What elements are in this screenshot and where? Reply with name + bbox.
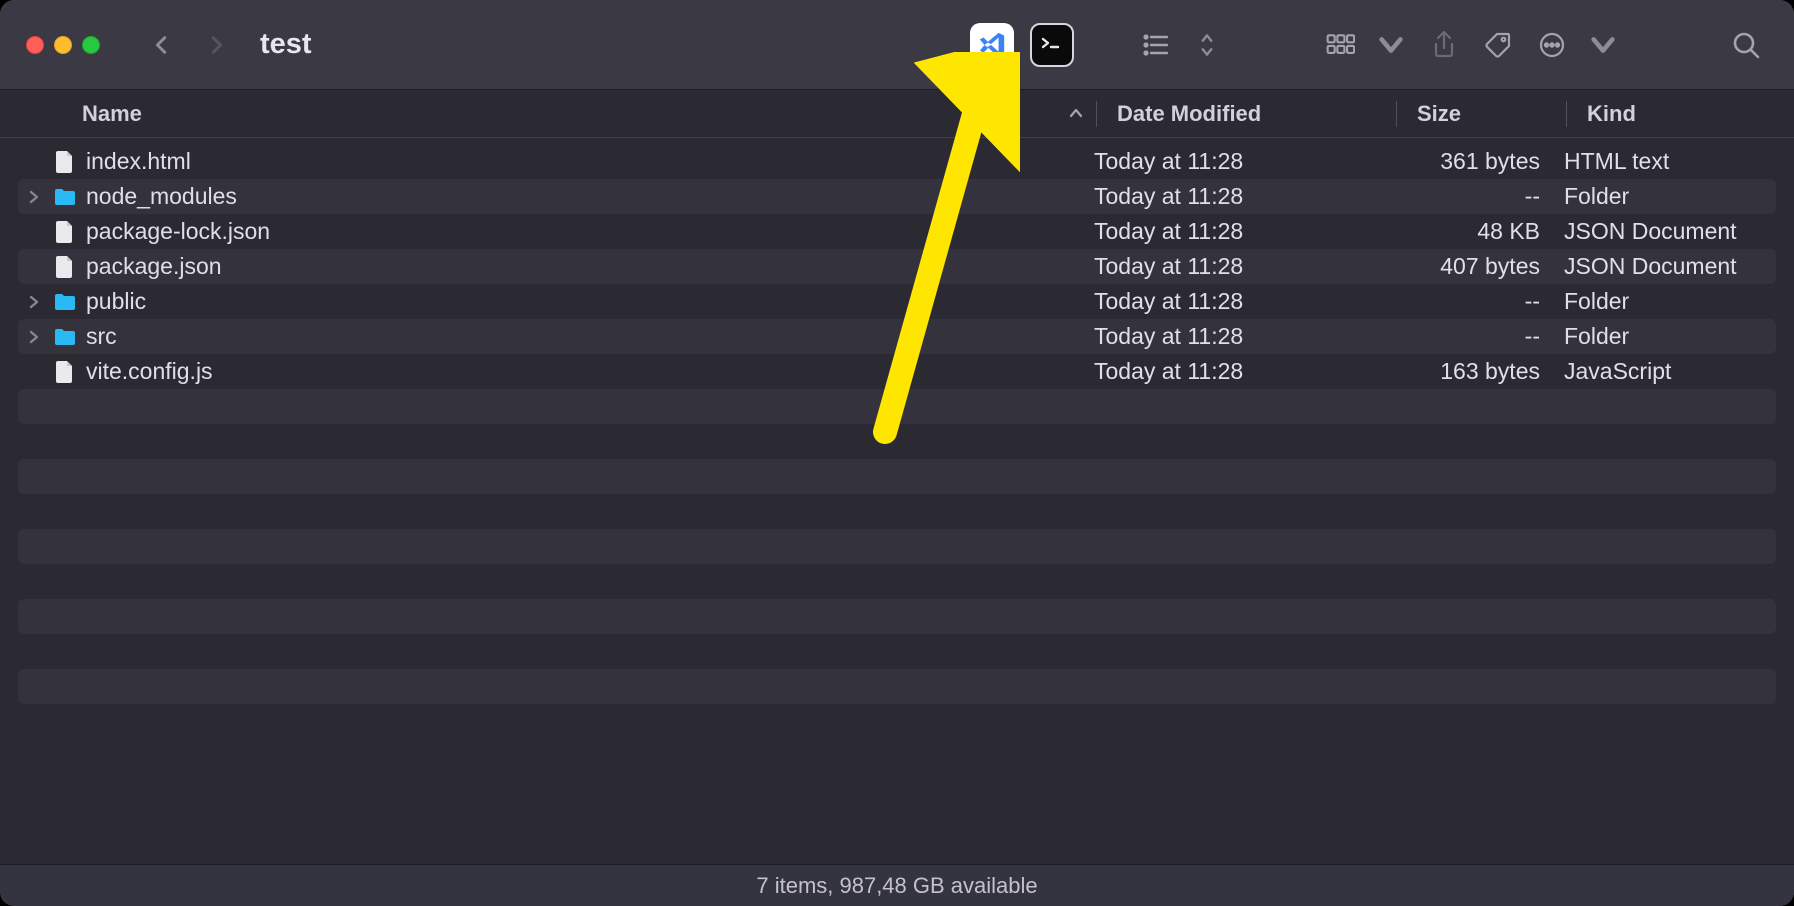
column-header-kind[interactable]: Kind xyxy=(1566,101,1794,127)
file-name-label: node_modules xyxy=(86,183,237,210)
file-icon xyxy=(54,150,76,174)
disclosure-triangle-icon[interactable] xyxy=(24,295,44,309)
tags-button[interactable] xyxy=(1476,23,1520,67)
table-row xyxy=(18,529,1776,564)
cell-kind: JSON Document xyxy=(1564,253,1774,280)
cell-name: node_modules xyxy=(18,183,1094,210)
table-row[interactable]: node_modules Today at 11:28--Folder xyxy=(18,179,1776,214)
cell-kind: JSON Document xyxy=(1564,218,1774,245)
search-button[interactable] xyxy=(1724,23,1768,67)
disclosure-triangle-icon[interactable] xyxy=(24,190,44,204)
file-name-label: package.json xyxy=(86,253,222,280)
toolbar: test xyxy=(0,0,1794,90)
cell-name: index.html xyxy=(18,148,1094,175)
file-name-label: public xyxy=(86,288,146,315)
share-button[interactable] xyxy=(1422,23,1466,67)
table-row xyxy=(18,459,1776,494)
column-header-row: Name Date Modified Size Kind xyxy=(0,90,1794,138)
folder-icon xyxy=(54,290,76,314)
table-row xyxy=(18,669,1776,704)
status-bar: 7 items, 987,48 GB available xyxy=(0,864,1794,906)
file-icon xyxy=(54,220,76,244)
cell-kind: HTML text xyxy=(1564,148,1774,175)
cell-name: src xyxy=(18,323,1094,350)
window-title: test xyxy=(260,28,312,61)
back-button[interactable] xyxy=(140,23,184,67)
table-row xyxy=(18,494,1776,529)
table-row[interactable]: package-lock.json Today at 11:2848 KBJSON… xyxy=(18,214,1776,249)
file-name-label: package-lock.json xyxy=(86,218,270,245)
forward-button[interactable] xyxy=(194,23,238,67)
cell-date-modified: Today at 11:28 xyxy=(1094,323,1394,350)
more-actions-chevron-icon[interactable] xyxy=(1582,23,1624,67)
cell-size: 407 bytes xyxy=(1394,253,1564,280)
disclosure-triangle-icon[interactable] xyxy=(24,330,44,344)
table-row[interactable]: index.html Today at 11:28361 bytesHTML te… xyxy=(18,144,1776,179)
cell-date-modified: Today at 11:28 xyxy=(1094,148,1394,175)
column-header-name[interactable]: Name xyxy=(0,101,1096,127)
file-name-label: vite.config.js xyxy=(86,358,213,385)
open-in-vscode-button[interactable] xyxy=(970,23,1014,67)
cell-kind: JavaScript xyxy=(1564,358,1774,385)
list-view-button[interactable] xyxy=(1134,23,1178,67)
table-row xyxy=(18,424,1776,459)
cell-date-modified: Today at 11:28 xyxy=(1094,183,1394,210)
column-header-date-modified[interactable]: Date Modified xyxy=(1096,101,1396,127)
column-header-kind-label: Kind xyxy=(1587,101,1636,126)
file-list: index.htmlToday at 11:28361 bytesHTML te… xyxy=(0,138,1794,864)
cell-size: 48 KB xyxy=(1394,218,1564,245)
cell-date-modified: Today at 11:28 xyxy=(1094,253,1394,280)
table-row[interactable]: src Today at 11:28--Folder xyxy=(18,319,1776,354)
traffic-lights xyxy=(26,36,100,54)
table-row xyxy=(18,389,1776,424)
group-by-chevron-icon[interactable] xyxy=(1370,23,1412,67)
cell-name: package-lock.json xyxy=(18,218,1094,245)
cell-name: public xyxy=(18,288,1094,315)
cell-size: 163 bytes xyxy=(1394,358,1564,385)
file-icon xyxy=(54,360,76,384)
table-row[interactable]: package.json Today at 11:28407 bytesJSON … xyxy=(18,249,1776,284)
cell-name: vite.config.js xyxy=(18,358,1094,385)
folder-icon xyxy=(54,325,76,349)
cell-date-modified: Today at 11:28 xyxy=(1094,288,1394,315)
file-name-label: index.html xyxy=(86,148,191,175)
cell-date-modified: Today at 11:28 xyxy=(1094,358,1394,385)
sort-ascending-icon xyxy=(1068,101,1084,127)
table-row xyxy=(18,599,1776,634)
view-options-stepper[interactable] xyxy=(1186,23,1228,67)
close-button[interactable] xyxy=(26,36,44,54)
cell-size: -- xyxy=(1394,323,1564,350)
open-in-terminal-button[interactable] xyxy=(1030,23,1074,67)
more-actions-button[interactable] xyxy=(1530,23,1574,67)
status-text: 7 items, 987,48 GB available xyxy=(756,873,1037,899)
file-icon xyxy=(54,255,76,279)
column-header-name-label: Name xyxy=(82,101,142,127)
cell-size: -- xyxy=(1394,288,1564,315)
column-header-date-modified-label: Date Modified xyxy=(1117,101,1261,126)
table-row xyxy=(18,634,1776,669)
zoom-button[interactable] xyxy=(82,36,100,54)
cell-kind: Folder xyxy=(1564,183,1774,210)
table-row xyxy=(18,564,1776,599)
group-by-button[interactable] xyxy=(1318,23,1362,67)
minimize-button[interactable] xyxy=(54,36,72,54)
cell-name: package.json xyxy=(18,253,1094,280)
column-header-size[interactable]: Size xyxy=(1396,101,1566,127)
cell-kind: Folder xyxy=(1564,323,1774,350)
folder-icon xyxy=(54,185,76,209)
finder-window: test xyxy=(0,0,1794,906)
column-header-size-label: Size xyxy=(1417,101,1461,126)
cell-date-modified: Today at 11:28 xyxy=(1094,218,1394,245)
table-row[interactable]: vite.config.js Today at 11:28163 bytesJav… xyxy=(18,354,1776,389)
file-name-label: src xyxy=(86,323,117,350)
table-row[interactable]: public Today at 11:28--Folder xyxy=(18,284,1776,319)
cell-size: -- xyxy=(1394,183,1564,210)
cell-kind: Folder xyxy=(1564,288,1774,315)
cell-size: 361 bytes xyxy=(1394,148,1564,175)
